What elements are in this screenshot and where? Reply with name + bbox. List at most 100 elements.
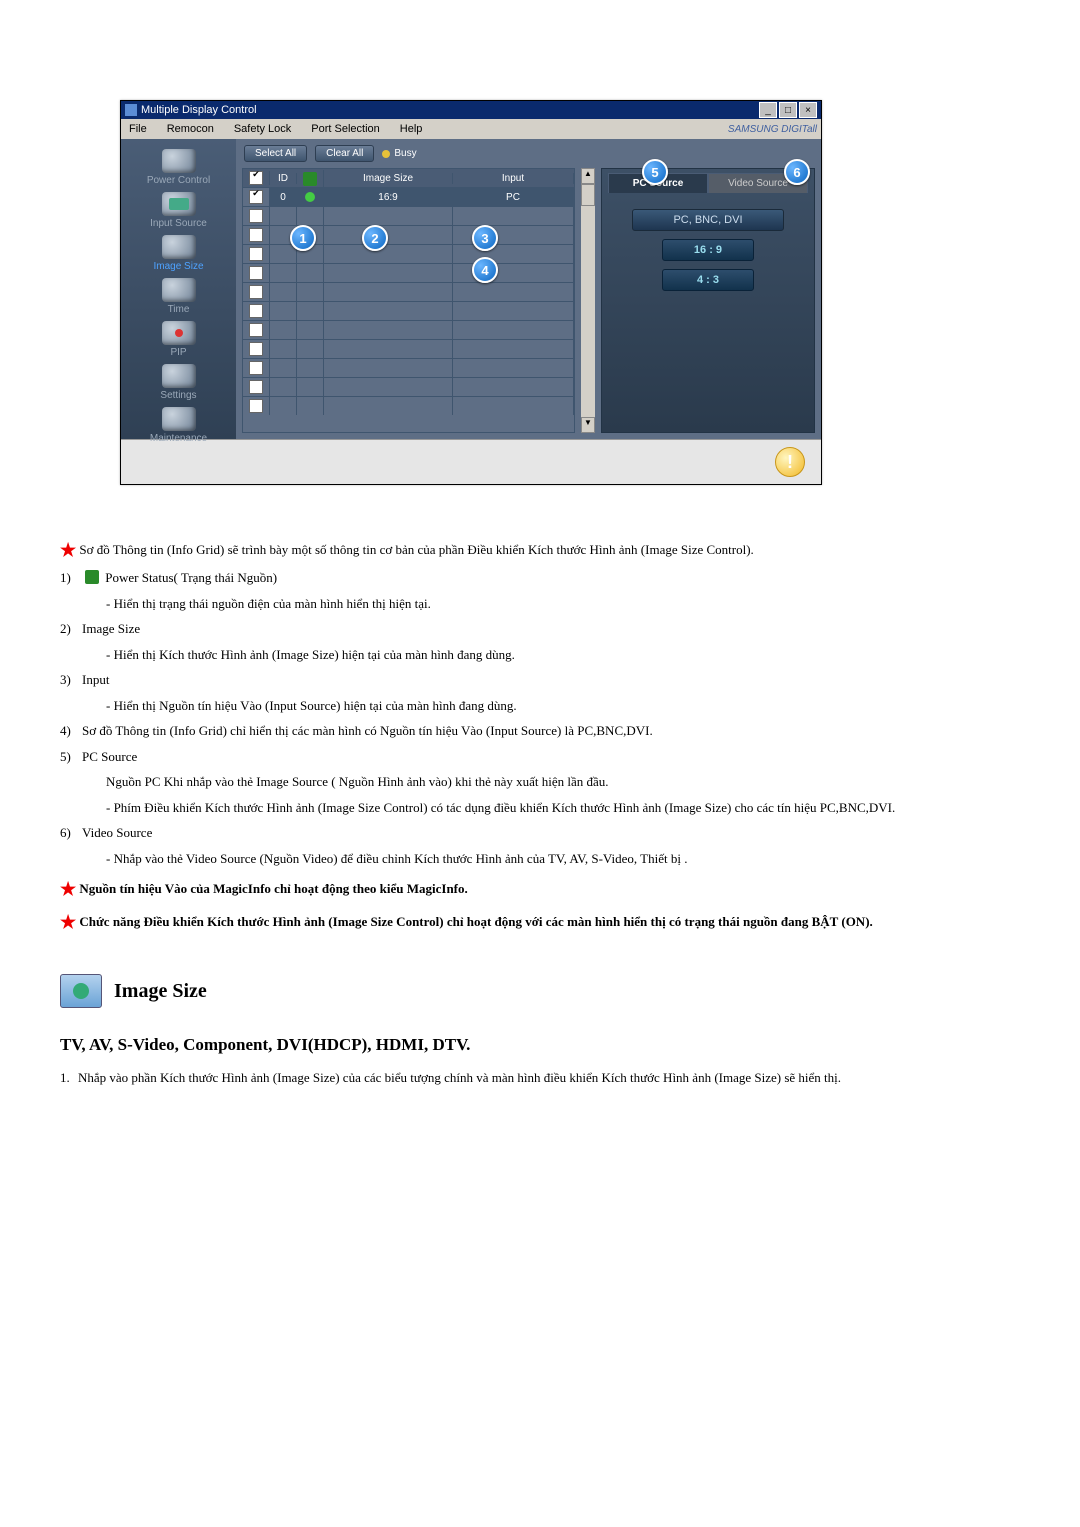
row-checkbox[interactable] [249, 361, 263, 375]
grid-row[interactable] [243, 282, 574, 301]
pip-icon [162, 321, 196, 345]
list-detail: - Nhắp vào thẻ Video Source (Nguồn Video… [106, 849, 1020, 869]
grid-row[interactable] [243, 301, 574, 320]
row-checkbox[interactable] [249, 285, 263, 299]
sidebar-label-maintenance: Maintenance [150, 433, 207, 444]
subheading: TV, AV, S-Video, Component, DVI(HDCP), H… [60, 1032, 1020, 1058]
list-detail: - Phím Điều khiển Kích thước Hình ảnh (I… [106, 798, 1020, 818]
clear-all-button[interactable]: Clear All [315, 145, 374, 162]
main-panel: Select All Clear All Busy ID Image Size [236, 139, 821, 439]
row-checkbox[interactable] [249, 266, 263, 280]
power-status-icon [85, 570, 99, 584]
grid-row[interactable] [243, 377, 574, 396]
col-input[interactable]: Input [453, 173, 574, 184]
minimize-button[interactable]: _ [759, 102, 777, 118]
ratio-4-3-button[interactable]: 4 : 3 [662, 269, 754, 291]
grid-row[interactable]: 0 16:9 PC [243, 187, 574, 206]
menu-help[interactable]: Help [396, 121, 427, 137]
row-checkbox[interactable] [249, 342, 263, 356]
time-icon [162, 278, 196, 302]
power-icon [162, 149, 196, 173]
list-number: 1) [60, 568, 82, 588]
col-image-size[interactable]: Image Size [324, 173, 453, 184]
app-icon [125, 104, 137, 116]
col-checkbox[interactable] [243, 171, 270, 185]
menu-safety-lock[interactable]: Safety Lock [230, 121, 295, 137]
busy-label: Busy [394, 148, 416, 159]
sidebar-item-pip[interactable]: PIP [121, 317, 236, 360]
list-number: 1. [60, 1068, 78, 1088]
scroll-up-icon[interactable]: ▲ [581, 168, 595, 184]
doc-text: Chức năng Điều khiển Kích thước Hình ảnh… [79, 914, 872, 929]
warning-icon: ! [775, 447, 805, 477]
menu-port-selection[interactable]: Port Selection [307, 121, 383, 137]
close-button[interactable]: × [799, 102, 817, 118]
sidebar-label-pip: PIP [170, 347, 186, 358]
callout-1: 1 [290, 225, 316, 251]
select-all-button[interactable]: Select All [244, 145, 307, 162]
row-checkbox[interactable] [249, 247, 263, 261]
cell-id: 0 [270, 188, 297, 206]
image-size-icon [162, 235, 196, 259]
cell-image-size: 16:9 [324, 188, 453, 206]
settings-icon [162, 364, 196, 388]
right-panel: PC Source Video Source PC, BNC, DVI 16 :… [601, 168, 815, 433]
ratio-16-9-button[interactable]: 16 : 9 [662, 239, 754, 261]
sidebar: Power Control Input Source Image Size Ti… [121, 139, 236, 439]
sidebar-item-power-control[interactable]: Power Control [121, 145, 236, 188]
grid-row[interactable] [243, 320, 574, 339]
list-number: 5) [60, 747, 82, 767]
menu-file[interactable]: File [125, 121, 151, 137]
scroll-thumb[interactable] [581, 184, 595, 206]
list-title: Sơ đồ Thông tin (Info Grid) chỉ hiển thị… [82, 723, 653, 738]
list-title: Input [82, 672, 109, 687]
grid-row[interactable] [243, 263, 574, 282]
row-checkbox[interactable] [249, 380, 263, 394]
list-detail: Nguồn PC Khi nhắp vào thẻ Image Source (… [106, 772, 1020, 792]
sidebar-label-settings: Settings [160, 390, 196, 401]
star-icon: ★ [60, 540, 76, 560]
list-detail: - Hiển thị Kích thước Hình ảnh (Image Si… [106, 645, 1020, 665]
callout-4: 4 [472, 257, 498, 283]
row-checkbox[interactable] [249, 323, 263, 337]
list-title: Image Size [82, 621, 140, 636]
doc-text: Nguồn tín hiệu Vào của MagicInfo chỉ hoạ… [79, 881, 467, 896]
mode-label: PC, BNC, DVI [632, 209, 784, 231]
grid-row[interactable] [243, 339, 574, 358]
list-detail: Nhắp vào phần Kích thước Hình ảnh (Image… [78, 1070, 841, 1085]
scrollbar[interactable]: ▲ ▼ [581, 168, 595, 433]
app-window: Multiple Display Control _ □ × File Remo… [120, 100, 822, 485]
sidebar-label-power: Power Control [147, 175, 210, 186]
doc-text: Sơ đồ Thông tin (Info Grid) sẽ trình bày… [79, 542, 753, 557]
image-size-section-icon [60, 974, 102, 1008]
col-id[interactable]: ID [270, 173, 297, 184]
list-detail: - Hiển thị Nguồn tín hiệu Vào (Input Sou… [106, 696, 1020, 716]
sidebar-item-input-source[interactable]: Input Source [121, 188, 236, 231]
sidebar-label-input: Input Source [150, 218, 207, 229]
star-icon: ★ [60, 879, 76, 899]
cell-input: PC [453, 188, 574, 206]
maximize-button[interactable]: □ [779, 102, 797, 118]
list-number: 3) [60, 670, 82, 690]
row-checkbox[interactable] [249, 304, 263, 318]
grid-row[interactable] [243, 396, 574, 415]
row-checkbox[interactable] [249, 228, 263, 242]
sidebar-item-settings[interactable]: Settings [121, 360, 236, 403]
row-checkbox[interactable] [249, 190, 263, 204]
callout-5: 5 [642, 159, 668, 185]
col-power-status[interactable] [297, 170, 324, 187]
row-checkbox[interactable] [249, 209, 263, 223]
sidebar-item-image-size[interactable]: Image Size [121, 231, 236, 274]
list-number: 6) [60, 823, 82, 843]
list-detail: - Hiển thị trạng thái nguồn điện của màn… [106, 594, 1020, 614]
scroll-down-icon[interactable]: ▼ [581, 417, 595, 433]
menu-remocon[interactable]: Remocon [163, 121, 218, 137]
sidebar-item-maintenance[interactable]: Maintenance [121, 403, 236, 446]
info-grid: ID Image Size Input 0 16:9 PC [242, 168, 575, 433]
sidebar-item-time[interactable]: Time [121, 274, 236, 317]
grid-row[interactable] [243, 358, 574, 377]
power-status-dot-icon [305, 192, 315, 202]
titlebar: Multiple Display Control _ □ × [121, 101, 821, 119]
grid-row[interactable] [243, 206, 574, 225]
row-checkbox[interactable] [249, 399, 263, 413]
